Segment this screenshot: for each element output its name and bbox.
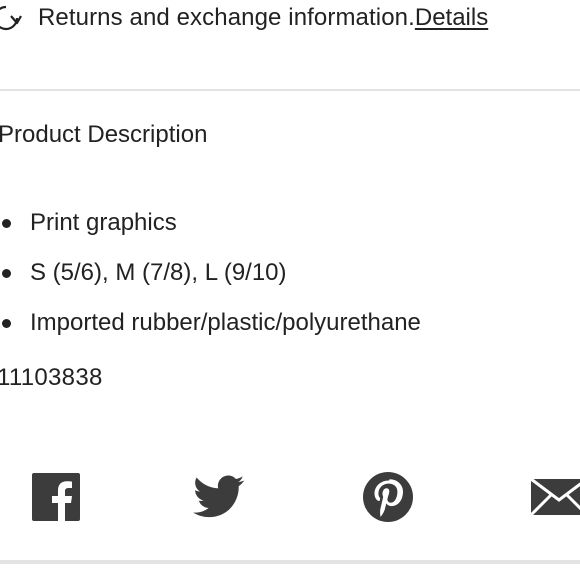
- list-item: Imported rubber/plastic/polyurethane: [0, 298, 421, 348]
- list-item: Print graphics: [0, 198, 421, 248]
- email-icon[interactable]: [529, 470, 580, 524]
- product-features-list: Print graphics S (5/6), M (7/8), L (9/10…: [0, 198, 421, 348]
- product-sku: 11103838: [0, 364, 103, 391]
- bullet-icon: [2, 318, 11, 328]
- facebook-icon[interactable]: [32, 470, 80, 524]
- bullet-icon: [2, 268, 11, 278]
- twitter-icon[interactable]: [193, 470, 245, 524]
- feature-text: Print graphics: [30, 209, 177, 236]
- feature-text: S (5/6), M (7/8), L (9/10): [30, 259, 287, 286]
- list-item: S (5/6), M (7/8), L (9/10): [0, 248, 421, 298]
- section-divider: [0, 560, 580, 564]
- product-description-heading: Product Description: [0, 121, 208, 148]
- returns-info: Returns and exchange information. Details: [0, 0, 488, 36]
- share-bar: [0, 470, 580, 524]
- bullet-icon: [2, 218, 11, 228]
- returns-text: Returns and exchange information.: [38, 4, 415, 31]
- section-divider: [0, 89, 580, 91]
- details-link[interactable]: Details: [415, 4, 488, 32]
- pinterest-icon[interactable]: [361, 470, 415, 524]
- refresh-arrow-icon: [0, 0, 24, 36]
- feature-text: Imported rubber/plastic/polyurethane: [30, 309, 421, 336]
